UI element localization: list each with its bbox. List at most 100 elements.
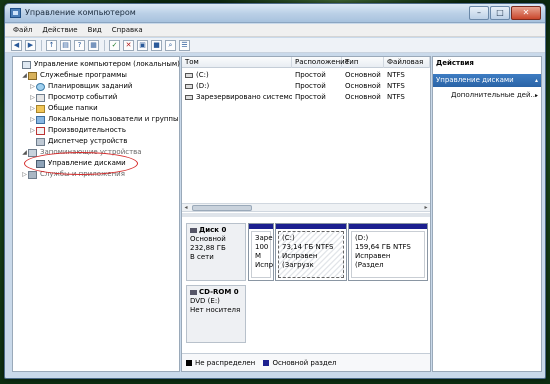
- up-folder-icon[interactable]: ↑: [46, 39, 57, 51]
- actions-more-item[interactable]: Дополнительные дей... ▸: [433, 90, 541, 101]
- save-icon[interactable]: ■: [151, 39, 162, 51]
- menu-help[interactable]: Справка: [112, 24, 143, 36]
- search-icon[interactable]: ⌕: [165, 39, 176, 51]
- clock-icon: [36, 82, 45, 91]
- tree-item-local-users[interactable]: ▷ Локальные пользователи и группы: [29, 114, 179, 125]
- disk-label[interactable]: Диск 0 Основной 232,88 ГБ В сети: [186, 223, 246, 281]
- column-header-filesystem[interactable]: Файловая: [384, 57, 430, 68]
- partition-size: 100 М: [255, 243, 269, 260]
- partition-status: Исправен (Раздел: [355, 252, 391, 269]
- horizontal-scrollbar[interactable]: ◂ ▸: [182, 203, 430, 212]
- device-manager-icon: [36, 137, 45, 146]
- cdrom-name: CD-ROM 0: [199, 288, 239, 296]
- expand-arrow-icon[interactable]: ▷: [29, 81, 36, 92]
- expand-arrow-icon[interactable]: ▷: [29, 125, 36, 136]
- partition-label: (C:): [282, 234, 295, 242]
- column-header-volume[interactable]: Том: [182, 57, 292, 68]
- disk-name: Диск 0: [199, 226, 227, 234]
- scroll-right-icon[interactable]: ▸: [422, 204, 430, 212]
- partition-c[interactable]: (C:) 73,14 ГБ NTFS Исправен (Загрузк: [275, 223, 347, 281]
- settings-icon[interactable]: ☰: [179, 39, 190, 51]
- submenu-arrow-icon: ▸: [534, 92, 538, 99]
- properties-icon[interactable]: ▦: [88, 39, 99, 51]
- menu-view[interactable]: Вид: [88, 24, 102, 36]
- scrollbar-thumb[interactable]: [192, 205, 252, 211]
- actions-section-disk-management[interactable]: Управление дисками ▴: [433, 74, 541, 87]
- volume-layout: Простой: [295, 71, 326, 79]
- expand-arrow-icon[interactable]: ◢: [21, 70, 28, 81]
- volume-type: Основной: [345, 93, 381, 101]
- expand-arrow-icon[interactable]: ◢: [21, 147, 28, 158]
- volume-name-cell: (D:): [182, 81, 292, 91]
- show-hide-tree-icon[interactable]: ▤: [60, 39, 71, 51]
- expand-arrow-icon[interactable]: ▷: [29, 114, 36, 125]
- partition-reserved[interactable]: Зарез 100 М Испра: [248, 223, 274, 281]
- volume-row[interactable]: Зарезервировано системой Простой Основно…: [182, 92, 430, 102]
- expand-arrow-icon[interactable]: ▷: [21, 169, 28, 180]
- partition-body: (C:) 73,14 ГБ NTFS Исправен (Загрузк: [278, 231, 344, 278]
- event-log-icon: [36, 93, 45, 102]
- partition-label: Зарез: [255, 234, 273, 242]
- help-icon[interactable]: ?: [74, 39, 85, 51]
- menu-action[interactable]: Действие: [42, 24, 77, 36]
- column-header-type[interactable]: Тип: [342, 57, 384, 68]
- maximize-button[interactable]: □: [490, 6, 510, 20]
- scroll-left-icon[interactable]: ◂: [182, 204, 190, 212]
- tree-item-label: Диспетчер устройств: [48, 137, 128, 145]
- volume-name: Зарезервировано системой: [196, 93, 292, 101]
- toolbar-separator: [41, 39, 42, 51]
- partition-d[interactable]: (D:) 159,64 ГБ NTFS Исправен (Раздел: [348, 223, 428, 281]
- expand-arrow-icon[interactable]: ▷: [29, 92, 36, 103]
- delete-icon[interactable]: ✕: [123, 39, 134, 51]
- title-bar[interactable]: Управление компьютером – □ ✕: [5, 4, 545, 23]
- tree-item-label: Управление компьютером (локальным): [34, 60, 180, 68]
- forward-icon[interactable]: ▶: [25, 39, 36, 51]
- console-tree: Управление компьютером (локальным) ◢ Слу…: [12, 56, 180, 372]
- pane-splitter[interactable]: [182, 213, 430, 217]
- column-header-layout[interactable]: Расположение: [292, 57, 349, 68]
- volume-row[interactable]: (D:) Простой Основной NTFS: [182, 81, 430, 91]
- close-button[interactable]: ✕: [511, 6, 541, 20]
- volume-layout: Простой: [295, 82, 326, 90]
- window-controls: – □ ✕: [468, 6, 541, 20]
- tree-item-label: Локальные пользователи и группы: [48, 115, 179, 123]
- volume-filesystem: NTFS: [387, 93, 405, 101]
- collapse-arrow-icon[interactable]: ▴: [535, 74, 538, 87]
- volume-list-header: Том Расположение Тип Файловая: [182, 57, 430, 68]
- refresh-icon[interactable]: ✓: [109, 39, 120, 51]
- menu-file[interactable]: Файл: [13, 24, 32, 36]
- cdrom-icon: [190, 289, 197, 295]
- cdrom-row: CD-ROM 0 DVD (E:) Нет носителя: [186, 285, 428, 343]
- toolbar: ◀ ▶ ↑ ▤ ? ▦ ✓ ✕ ▣ ■ ⌕ ☰: [5, 38, 545, 53]
- legend-swatch: [263, 360, 270, 366]
- menu-bar: Файл Действие Вид Справка: [5, 24, 545, 37]
- tree-item-device-manager[interactable]: Диспетчер устройств: [29, 136, 127, 147]
- toolbar-separator: [104, 39, 105, 51]
- actions-title: Действия: [433, 57, 541, 69]
- disk-status: В сети: [190, 253, 214, 261]
- tree-item-system-tools[interactable]: ◢ Служебные программы: [21, 70, 127, 81]
- legend-bar: Не распределен Основной раздел: [182, 353, 430, 371]
- computer-management-window: Управление компьютером – □ ✕ Файл Действ…: [4, 3, 546, 379]
- tree-item-task-scheduler[interactable]: ▷ Планировщик заданий: [29, 81, 132, 92]
- cdrom-type: DVD (E:): [190, 297, 220, 305]
- tree-item-event-viewer[interactable]: ▷ Просмотр событий: [29, 92, 117, 103]
- disk-type: Основной: [190, 235, 226, 243]
- tree-item-label: Производительность: [48, 126, 126, 134]
- volume-type: Основной: [345, 82, 381, 90]
- open-icon[interactable]: ▣: [137, 39, 148, 51]
- tree-item-shared-folders[interactable]: ▷ Общие папки: [29, 103, 98, 114]
- expand-arrow-icon[interactable]: ▷: [29, 103, 36, 114]
- partition-body: Зарез 100 М Испра: [251, 231, 273, 278]
- tree-item-computer-management[interactable]: Управление компьютером (локальным): [15, 59, 180, 70]
- partition-size: 73,14 ГБ NTFS: [282, 243, 334, 251]
- back-icon[interactable]: ◀: [11, 39, 22, 51]
- users-icon: [36, 115, 45, 124]
- partition-color-bar: [276, 224, 346, 229]
- minimize-button[interactable]: –: [469, 6, 489, 20]
- volume-row[interactable]: (C:) Простой Основной NTFS: [182, 70, 430, 80]
- cdrom-label[interactable]: CD-ROM 0 DVD (E:) Нет носителя: [186, 285, 246, 343]
- actions-more-label: Дополнительные дей...: [451, 91, 538, 99]
- volume-filesystem: NTFS: [387, 82, 405, 90]
- tree-item-performance[interactable]: ▷ Производительность: [29, 125, 126, 136]
